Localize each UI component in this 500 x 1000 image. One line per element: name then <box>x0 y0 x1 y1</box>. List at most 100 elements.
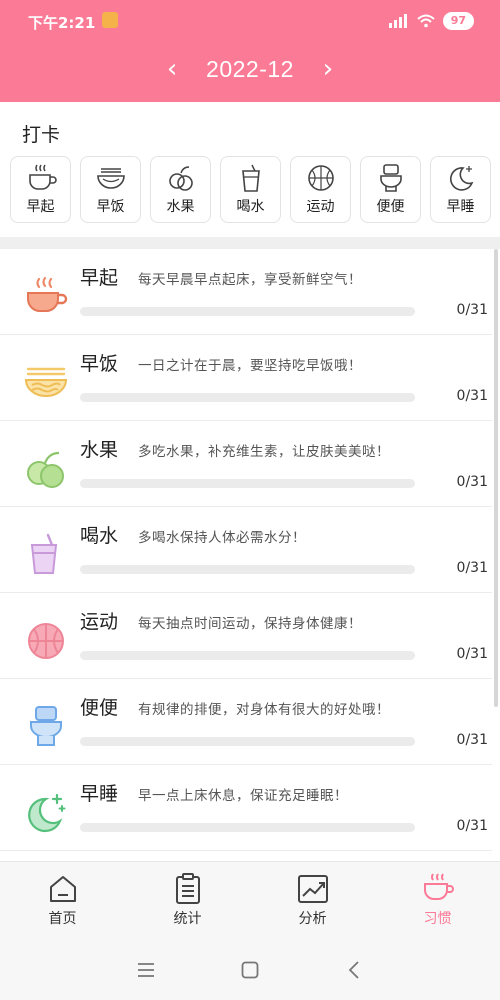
checkin-chip-toilet[interactable]: 便便 <box>360 156 421 223</box>
fruit-icon <box>27 451 64 488</box>
habit-progress-bar <box>80 393 415 402</box>
tab-home[interactable]: 首页 <box>0 862 125 939</box>
tab-habits[interactable]: 习惯 <box>375 862 500 939</box>
square-home-icon <box>241 961 259 978</box>
checkin-chip-early-rise[interactable]: 早起 <box>10 156 71 223</box>
checkin-chip-breakfast[interactable]: 早饭 <box>80 156 141 223</box>
checkin-section: 打卡 早起 早饭 水果 喝水 运动 便便 早睡 <box>0 102 500 237</box>
toilet-icon <box>30 706 62 746</box>
drink-icon <box>241 164 260 192</box>
habit-count: 0/31 <box>456 302 488 318</box>
habit-item-sleep[interactable]: 早睡 早一点上床休息，保证充足睡眠！ 0/31 <box>0 765 492 851</box>
habit-item-breakfast[interactable]: 早饭 一日之计在于晨，要坚持吃早饭哦！ 0/31 <box>0 335 492 421</box>
habit-name: 早饭 <box>80 353 119 375</box>
status-time: 下午2:21 <box>28 14 96 32</box>
home-icon <box>49 876 76 902</box>
habit-list: 早起 每天早晨早点起床，享受新鲜空气！ 0/31 早饭 一日之计在于晨，要坚持吃… <box>0 249 500 857</box>
chip-label: 喝水 <box>236 199 265 215</box>
habit-count: 0/31 <box>456 474 488 490</box>
habit-progress-bar <box>80 651 415 660</box>
tab-label: 分析 <box>298 911 327 927</box>
chip-label: 运动 <box>306 199 335 215</box>
back-button[interactable] <box>342 958 366 982</box>
app-header: 下午2:21 97 ‹ 2022-12 › <box>0 0 500 102</box>
habit-description: 多喝水保持人体必需水分！ <box>138 530 306 546</box>
habit-description: 有规律的排便，对身体有很大的好处哦！ <box>138 702 390 718</box>
habit-name: 早睡 <box>80 783 119 805</box>
habit-name: 水果 <box>80 439 119 461</box>
habit-count: 0/31 <box>456 818 488 834</box>
habit-progress-bar <box>80 823 415 832</box>
month-navigator: ‹ 2022-12 › <box>0 52 500 86</box>
habit-item-water[interactable]: 喝水 多喝水保持人体必需水分！ 0/31 <box>0 507 492 593</box>
status-indicators: 97 <box>387 12 474 30</box>
drink-icon <box>30 533 58 574</box>
cup-icon <box>423 873 454 900</box>
noodle-bowl-icon <box>24 367 68 397</box>
habit-progress-bar <box>80 737 415 746</box>
tab-label: 习惯 <box>423 911 452 927</box>
signal-icon <box>388 14 407 28</box>
bowl-icon <box>96 168 125 189</box>
habit-item-fruit[interactable]: 水果 多吃水果，补充维生素，让皮肤美美哒！ 0/31 <box>0 421 492 507</box>
menu-button[interactable] <box>134 958 158 982</box>
habit-count: 0/31 <box>456 732 488 748</box>
chip-label: 早睡 <box>446 199 475 215</box>
system-navigation-bar <box>0 939 500 1000</box>
next-month-button[interactable]: › <box>314 54 342 84</box>
ball-icon <box>307 165 334 191</box>
habit-count: 0/31 <box>456 388 488 404</box>
habit-progress-bar <box>80 565 415 574</box>
current-month: 2022-12 <box>206 55 294 82</box>
checkin-chip-sleep[interactable]: 早睡 <box>430 156 491 223</box>
habit-name: 便便 <box>80 697 119 719</box>
checkin-chip-fruit[interactable]: 水果 <box>150 156 211 223</box>
habit-description: 多吃水果，补充维生素，让皮肤美美哒！ <box>138 444 390 460</box>
battery-indicator: 97 <box>442 12 474 30</box>
habit-progress-bar <box>80 307 415 316</box>
moon-icon <box>449 166 473 191</box>
tab-analysis[interactable]: 分析 <box>250 862 375 939</box>
habit-description: 每天抽点时间运动，保持身体健康！ <box>138 616 362 632</box>
cup-icon <box>28 164 57 190</box>
habit-count: 0/31 <box>456 646 488 662</box>
basketball-icon <box>28 623 64 659</box>
notification-app-icon <box>102 12 118 28</box>
tab-label: 统计 <box>173 911 202 927</box>
toilet-icon <box>379 164 402 192</box>
habit-progress-bar <box>80 479 415 488</box>
chip-label: 便便 <box>376 199 405 215</box>
chip-label: 水果 <box>166 199 195 215</box>
cup-icon <box>27 276 68 312</box>
habit-item-exercise[interactable]: 运动 每天抽点时间运动，保持身体健康！ 0/31 <box>0 593 492 679</box>
habit-item-early-rise[interactable]: 早起 每天早晨早点起床，享受新鲜空气！ 0/31 <box>0 249 492 335</box>
clipboard-icon <box>175 873 200 904</box>
moon-icon <box>28 793 66 833</box>
home-button[interactable] <box>238 958 262 982</box>
section-divider <box>0 237 500 249</box>
menu-icon <box>138 962 154 977</box>
tab-label: 首页 <box>48 911 77 927</box>
list-scrollbar[interactable] <box>494 249 498 707</box>
habit-name: 喝水 <box>80 525 119 547</box>
habit-count: 0/31 <box>456 560 488 576</box>
prev-month-button[interactable]: ‹ <box>158 54 186 84</box>
fruit-icon <box>168 166 193 191</box>
tab-statistics[interactable]: 统计 <box>125 862 250 939</box>
chip-label: 早起 <box>26 199 55 215</box>
back-icon <box>348 960 359 979</box>
chip-label: 早饭 <box>96 199 125 215</box>
habit-name: 早起 <box>80 267 119 289</box>
checkin-chip-water[interactable]: 喝水 <box>220 156 281 223</box>
habit-description: 早一点上床休息，保证充足睡眠！ <box>138 788 348 804</box>
habit-item-toilet[interactable]: 便便 有规律的排便，对身体有很大的好处哦！ 0/31 <box>0 679 492 765</box>
checkin-chip-row: 早起 早饭 水果 喝水 运动 便便 早睡 <box>10 156 491 223</box>
bottom-tab-bar: 首页 统计 分析 习惯 <box>0 861 500 939</box>
habit-description: 每天早晨早点起床，享受新鲜空气！ <box>138 272 362 288</box>
status-bar: 下午2:21 97 <box>0 0 500 44</box>
chart-icon <box>297 875 328 903</box>
habit-name: 运动 <box>80 611 119 633</box>
wifi-icon <box>417 14 435 28</box>
habit-description: 一日之计在于晨，要坚持吃早饭哦！ <box>138 358 362 374</box>
checkin-chip-exercise[interactable]: 运动 <box>290 156 351 223</box>
